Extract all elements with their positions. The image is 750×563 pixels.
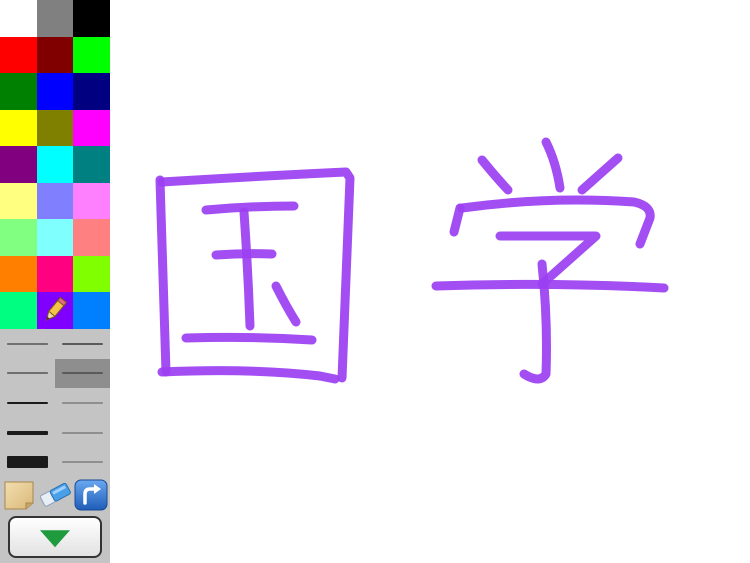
color-swatch[interactable] [37,0,73,37]
drawing-surface[interactable] [110,0,750,563]
brush-stroke [541,137,565,193]
color-swatch[interactable] [37,219,73,256]
stroke-width-sample [62,432,103,434]
brush-stroke [155,175,171,377]
brush-stroke [477,155,513,195]
color-palette [0,0,110,329]
color-swatch[interactable] [73,146,110,183]
color-swatch[interactable] [0,146,37,183]
color-swatch[interactable] [73,182,110,219]
brush-stroke [449,203,465,237]
collapse-toolbar-button[interactable] [8,516,102,558]
eraser-icon[interactable] [38,479,72,511]
undo-icon[interactable] [74,479,108,511]
stroke-width-option[interactable] [55,329,110,359]
brush-stroke [201,201,299,215]
stroke-width-option[interactable] [0,388,55,418]
color-swatch[interactable] [37,73,73,110]
drawing-canvas[interactable] [110,0,750,563]
stroke-width-option[interactable] [0,447,55,477]
color-swatch[interactable] [73,109,110,146]
color-swatch[interactable] [73,0,110,37]
color-swatch[interactable] [73,219,110,256]
color-swatch[interactable] [73,292,110,329]
brush-stroke [157,366,340,384]
color-swatch[interactable] [0,73,37,110]
stroke-width-option[interactable] [55,388,110,418]
color-swatch[interactable] [37,182,73,219]
paper-icon[interactable] [2,479,36,511]
color-swatch[interactable] [0,255,37,292]
color-swatch[interactable] [37,109,73,146]
color-swatch[interactable] [0,36,37,73]
color-swatch[interactable] [37,146,73,183]
color-swatch[interactable] [0,0,37,37]
brush-stroke [271,281,301,327]
brush-stroke [239,207,255,331]
color-swatch[interactable] [0,292,37,329]
stroke-width-option[interactable] [0,418,55,448]
stroke-width-option[interactable] [55,447,110,477]
color-swatch[interactable] [73,255,110,292]
stroke-width-sample [7,401,48,404]
color-swatch[interactable] [73,36,110,73]
stroke-width-sample [7,343,48,345]
brush-stroke [495,231,601,289]
stroke-width-option[interactable] [55,418,110,448]
color-swatch[interactable] [0,219,37,256]
stroke-width-sample [62,342,103,345]
stroke-width-sample [62,461,103,463]
color-swatch[interactable] [0,182,37,219]
brush-stroke [431,279,669,293]
color-swatch[interactable] [37,292,73,329]
color-swatch[interactable] [37,36,73,73]
color-swatch[interactable] [0,109,37,146]
stroke-width-sample [7,456,48,469]
stroke-width-option[interactable] [0,359,55,389]
toolbar-sidebar [0,0,110,563]
stroke-width-sample [62,372,103,375]
brush-stroke [577,153,623,195]
pencil-icon [42,295,68,325]
stroke-width-option[interactable] [0,329,55,359]
stroke-width-selector [0,329,110,477]
stroke-width-sample [62,402,103,404]
stroke-width-sample [7,430,48,435]
brush-stroke [181,332,317,345]
color-swatch[interactable] [73,73,110,110]
tool-row [0,477,110,513]
color-swatch[interactable] [37,255,73,292]
stroke-width-option[interactable] [55,358,110,389]
stroke-width-sample [7,372,48,374]
triangle-down-icon [40,530,70,548]
